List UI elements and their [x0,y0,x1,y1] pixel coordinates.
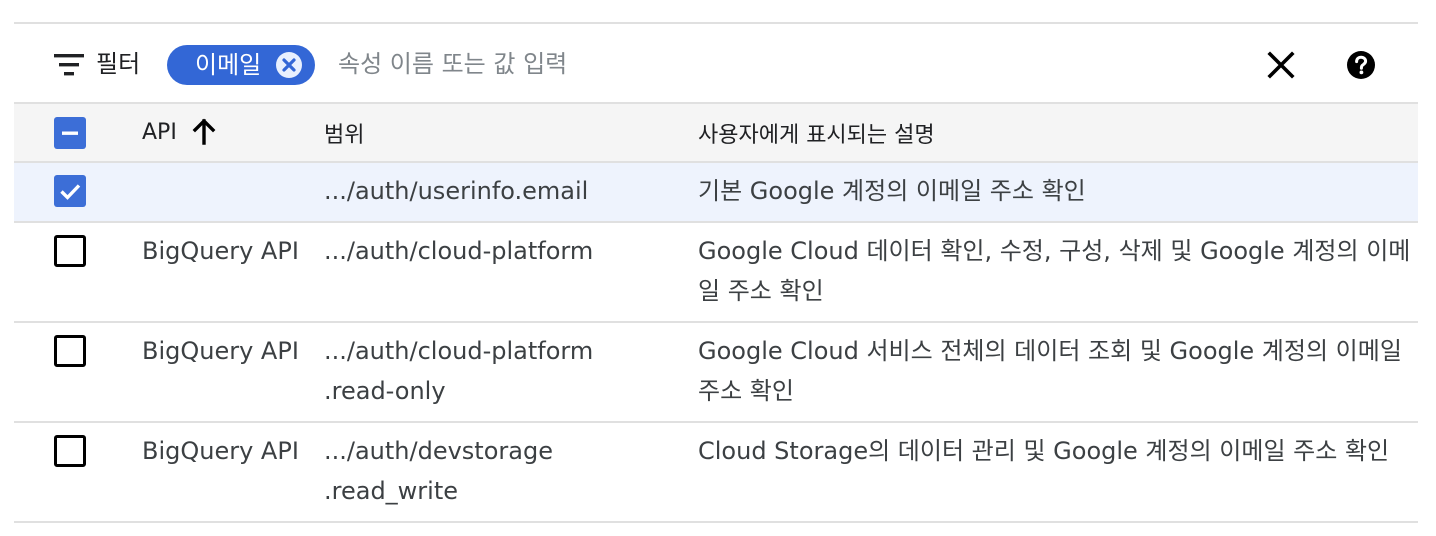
scopes-panel: 필터 이메일 속성 이름 또는 값 입력 API 범위 사용자에게 표시되는 설… [14,22,1418,523]
column-header-description[interactable]: 사용자에게 표시되는 설명 [698,104,1418,163]
filter-chip-email[interactable]: 이메일 [167,45,315,85]
filter-input[interactable] [338,44,1098,84]
row-api: BigQuery API [142,422,324,523]
filter-chip-label: 이메일 [195,51,262,79]
row-description: Google Cloud 데이터 확인, 수정, 구성, 삭제 및 Google… [698,222,1418,323]
help-circle-icon[interactable] [1346,50,1376,80]
header-checkbox-cell [14,104,142,163]
close-icon[interactable] [1266,50,1296,80]
scopes-table: API 범위 사용자에게 표시되는 설명 .../auth/userinfo.e… [14,104,1418,523]
row-scope-line2: .read-only [324,377,446,405]
filter-list-icon[interactable] [54,54,84,76]
column-header-api-label: API [142,119,177,145]
row-scope-line1: .../auth/userinfo.email [324,177,589,205]
row-description: Google Cloud 서비스 전체의 데이터 조회 및 Google 계정의… [698,322,1418,423]
row-checkbox-cell [14,322,142,423]
row-scope: .../auth/devstorage .read_write [324,422,698,523]
row-scope-line1: .../auth/cloud-platform [324,237,594,265]
row-scope-line1: .../auth/cloud-platform [324,337,594,365]
filter-bar: 필터 이메일 [14,24,1418,104]
row-scope: .../auth/userinfo.email [324,162,698,223]
row-api: BigQuery API [142,222,324,323]
table-row[interactable]: BigQuery API .../auth/cloud-platform Goo… [14,222,1418,323]
filter-label[interactable]: 필터 [96,48,140,80]
row-checkbox-cell [14,162,142,223]
row-description: 기본 Google 계정의 이메일 주소 확인 [698,162,1418,223]
row-api: BigQuery API [142,322,324,423]
column-header-scope[interactable]: 범위 [324,104,698,163]
cancel-circle-icon[interactable] [275,51,303,79]
row-scope: .../auth/cloud-platform [324,222,698,323]
arrow-up-icon[interactable] [191,117,217,145]
row-checkbox-cell [14,422,142,523]
minus-icon [62,131,78,135]
row-scope: .../auth/cloud-platform .read-only [324,322,698,423]
table-row[interactable]: BigQuery API .../auth/cloud-platform .re… [14,322,1418,423]
row-checkbox[interactable] [54,235,86,267]
check-icon [60,184,81,200]
table-row[interactable]: .../auth/userinfo.email 기본 Google 계정의 이메… [14,162,1418,223]
row-checkbox[interactable] [54,435,86,467]
row-scope-line2: .read_write [324,477,459,505]
select-all-checkbox[interactable] [54,116,86,149]
table-header-row: API 범위 사용자에게 표시되는 설명 [14,104,1418,163]
row-description: Cloud Storage의 데이터 관리 및 Google 계정의 이메일 주… [698,422,1418,523]
column-header-api[interactable]: API [142,104,324,163]
row-scope-line1: .../auth/devstorage [324,437,553,465]
row-api [142,162,324,223]
row-checkbox-cell [14,222,142,323]
row-checkbox[interactable] [54,175,86,207]
row-checkbox[interactable] [54,335,86,367]
table-row[interactable]: BigQuery API .../auth/devstorage .read_w… [14,422,1418,523]
